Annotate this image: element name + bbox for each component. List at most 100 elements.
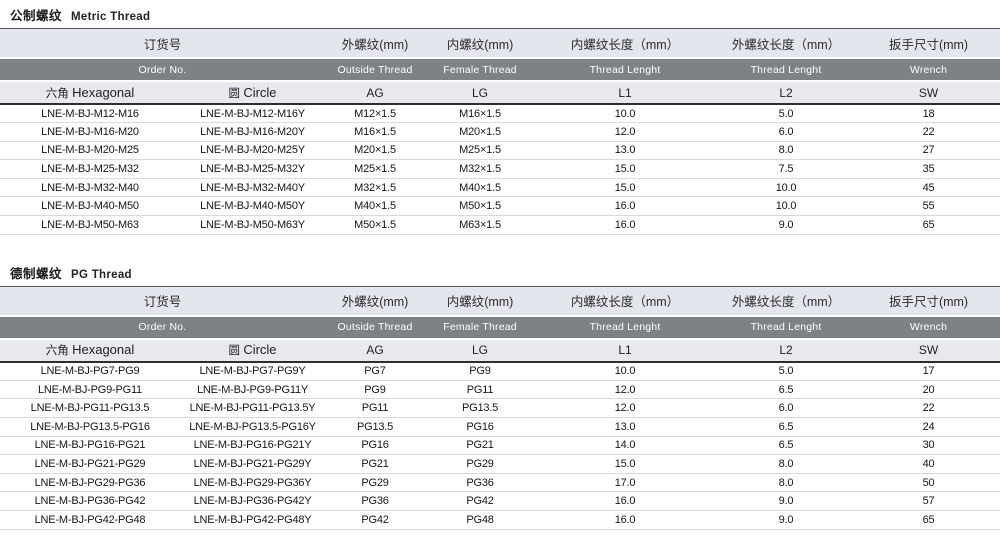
table-cell: LNE-M-BJ-M50-M63: [0, 216, 180, 235]
table-cell: 17.0: [535, 473, 715, 492]
table-cell: 6.5: [715, 380, 857, 399]
table-cell: 20: [857, 380, 1000, 399]
section-title: 公制螺纹 Metric Thread: [0, 0, 1000, 28]
table-cell: M40×1.5: [325, 197, 425, 216]
col-thread-length-l1-zh: 内螺纹长度（mm）: [535, 29, 715, 58]
hexagonal-en: Hexagonal: [72, 85, 134, 100]
circle-en: Circle: [243, 85, 276, 100]
table-cell: 35: [857, 160, 1000, 179]
col-thread-length-l1-en: Thread Lenght: [535, 316, 715, 339]
table-row: LNE-M-BJ-M40-M50LNE-M-BJ-M40-M50YM40×1.5…: [0, 197, 1000, 216]
col-outside-thread-en: Outside Thread: [325, 316, 425, 339]
table-cell: LNE-M-BJ-PG11-PG13.5: [0, 399, 180, 418]
table-cell: LNE-M-BJ-PG29-PG36Y: [180, 473, 325, 492]
table-cell: LNE-M-BJ-M40-M50: [0, 197, 180, 216]
table-cell: 22: [857, 123, 1000, 142]
table-cell: 65: [857, 510, 1000, 529]
table-cell: PG42: [425, 492, 535, 511]
table-cell: M63×1.5: [425, 216, 535, 235]
col-thread-length-l2-en: Thread Lenght: [715, 58, 857, 81]
table-cell: 5.0: [715, 104, 857, 123]
table-cell: LNE-M-BJ-M40-M50Y: [180, 197, 325, 216]
table-cell: LNE-M-BJ-PG11-PG13.5Y: [180, 399, 325, 418]
hexagonal-en: Hexagonal: [72, 342, 134, 357]
header-row-en: Order No. Outside Thread Female Thread T…: [0, 316, 1000, 339]
circle-zh: 圆: [228, 345, 240, 357]
col-hexagonal: 六角 Hexagonal: [0, 81, 180, 104]
col-thread-length-l1-en: Thread Lenght: [535, 58, 715, 81]
table-cell: LNE-M-BJ-M25-M32Y: [180, 160, 325, 179]
pg-thread-tbody: LNE-M-BJ-PG7-PG9LNE-M-BJ-PG7-PG9YPG7PG91…: [0, 362, 1000, 529]
section-title-zh: 德制螺纹: [10, 263, 62, 282]
header-row-sub: 六角 Hexagonal 圆 Circle AG LG L1 L2 SW: [0, 339, 1000, 362]
col-outside-thread-zh: 外螺纹(mm): [325, 287, 425, 316]
table-cell: LNE-M-BJ-M32-M40Y: [180, 178, 325, 197]
pg-thread-table: 订货号 外螺纹(mm) 内螺纹(mm) 内螺纹长度（mm） 外螺纹长度（mm） …: [0, 287, 1000, 530]
table-cell: 30: [857, 436, 1000, 455]
table-cell: PG21: [325, 455, 425, 474]
table-cell: LNE-M-BJ-PG9-PG11Y: [180, 380, 325, 399]
table-cell: LNE-M-BJ-PG7-PG9: [0, 362, 180, 381]
col-code-l2: L2: [715, 81, 857, 104]
table-cell: 45: [857, 178, 1000, 197]
table-cell: 13.0: [535, 141, 715, 160]
table-cell: 9.0: [715, 492, 857, 511]
col-code-sw: SW: [857, 81, 1000, 104]
table-cell: LNE-M-BJ-PG42-PG48Y: [180, 510, 325, 529]
metric-thread-tbody: LNE-M-BJ-M12-M16LNE-M-BJ-M12-M16YM12×1.5…: [0, 104, 1000, 234]
table-cell: 8.0: [715, 455, 857, 474]
table-cell: LNE-M-BJ-PG9-PG11: [0, 380, 180, 399]
table-row: LNE-M-BJ-PG29-PG36LNE-M-BJ-PG29-PG36YPG2…: [0, 473, 1000, 492]
table-row: LNE-M-BJ-M32-M40LNE-M-BJ-M32-M40YM32×1.5…: [0, 178, 1000, 197]
table-cell: PG36: [325, 492, 425, 511]
col-code-lg: LG: [425, 339, 535, 362]
table-cell: LNE-M-BJ-PG21-PG29: [0, 455, 180, 474]
col-wrench-en: Wrench: [857, 58, 1000, 81]
table-cell: 16.0: [535, 216, 715, 235]
table-cell: 17: [857, 362, 1000, 381]
table-cell: PG11: [425, 380, 535, 399]
section-title: 德制螺纹 PG Thread: [0, 258, 1000, 286]
col-code-l2: L2: [715, 339, 857, 362]
table-cell: 16.0: [535, 492, 715, 511]
table-cell: 16.0: [535, 197, 715, 216]
table-row: LNE-M-BJ-M20-M25LNE-M-BJ-M20-M25YM20×1.5…: [0, 141, 1000, 160]
col-thread-length-l1-zh: 内螺纹长度（mm）: [535, 287, 715, 316]
table-cell: 16.0: [535, 510, 715, 529]
table-cell: LNE-M-BJ-PG42-PG48: [0, 510, 180, 529]
table-cell: M25×1.5: [425, 141, 535, 160]
header-row-zh: 订货号 外螺纹(mm) 内螺纹(mm) 内螺纹长度（mm） 外螺纹长度（mm） …: [0, 287, 1000, 316]
col-female-thread-en: Female Thread: [425, 58, 535, 81]
table-cell: M32×1.5: [325, 178, 425, 197]
col-female-thread-en: Female Thread: [425, 316, 535, 339]
col-order-no-zh: 订货号: [0, 29, 325, 58]
table-cell: PG42: [325, 510, 425, 529]
col-female-thread-zh: 内螺纹(mm): [425, 29, 535, 58]
table-cell: LNE-M-BJ-M50-M63Y: [180, 216, 325, 235]
table-cell: PG21: [425, 436, 535, 455]
table-cell: M12×1.5: [325, 104, 425, 123]
table-cell: LNE-M-BJ-PG7-PG9Y: [180, 362, 325, 381]
col-wrench-zh: 扳手尺寸(mm): [857, 29, 1000, 58]
hexagonal-zh: 六角: [46, 345, 69, 357]
col-order-no-en: Order No.: [0, 58, 325, 81]
table-cell: LNE-M-BJ-M20-M25: [0, 141, 180, 160]
col-code-l1: L1: [535, 81, 715, 104]
col-code-ag: AG: [325, 339, 425, 362]
table-cell: PG36: [425, 473, 535, 492]
table-cell: M50×1.5: [425, 197, 535, 216]
table-cell: 22: [857, 399, 1000, 418]
table-cell: 65: [857, 216, 1000, 235]
table-cell: LNE-M-BJ-M16-M20: [0, 123, 180, 142]
col-order-no-zh: 订货号: [0, 287, 325, 316]
col-wrench-en: Wrench: [857, 316, 1000, 339]
table-row: LNE-M-BJ-M25-M32LNE-M-BJ-M25-M32YM25×1.5…: [0, 160, 1000, 179]
section-title-en: PG Thread: [71, 269, 132, 281]
table-cell: 50: [857, 473, 1000, 492]
table-cell: LNE-M-BJ-PG29-PG36: [0, 473, 180, 492]
table-cell: PG13.5: [325, 417, 425, 436]
table-row: LNE-M-BJ-PG13.5-PG16LNE-M-BJ-PG13.5-PG16…: [0, 417, 1000, 436]
table-row: LNE-M-BJ-PG9-PG11LNE-M-BJ-PG9-PG11YPG9PG…: [0, 380, 1000, 399]
table-row: LNE-M-BJ-PG42-PG48LNE-M-BJ-PG42-PG48YPG4…: [0, 510, 1000, 529]
metric-thread-section: 公制螺纹 Metric Thread 订货号 外螺纹(mm) 内螺纹(mm) 内…: [0, 0, 1000, 235]
